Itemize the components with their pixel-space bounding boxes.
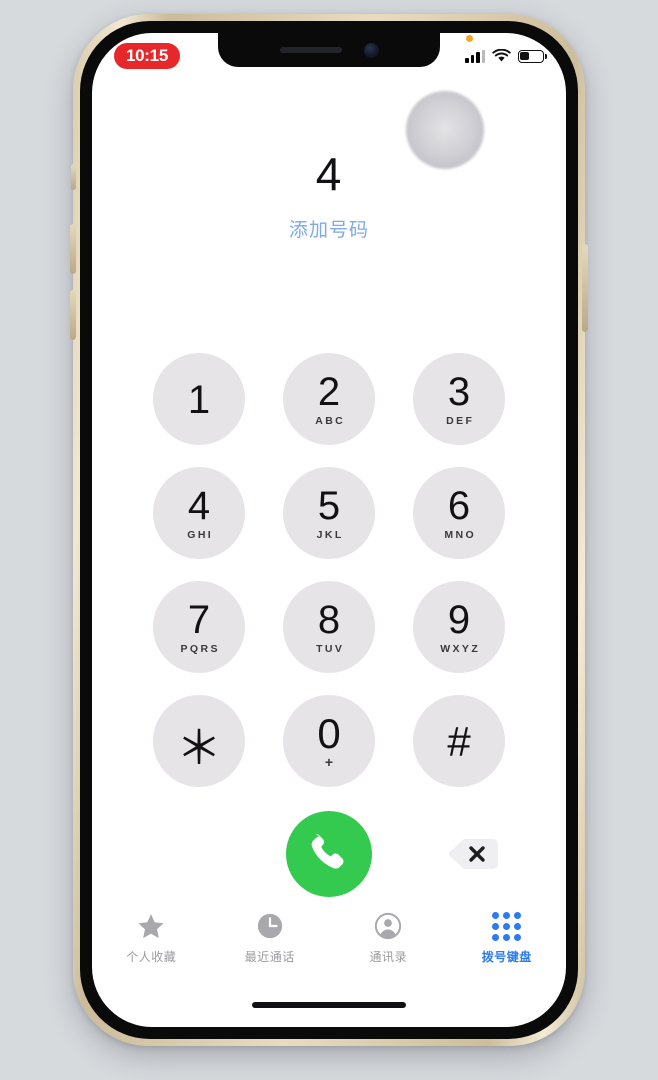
- star-icon: [136, 911, 166, 941]
- tab-keypad[interactable]: 拨号键盘: [448, 911, 567, 965]
- key-digit: 4: [187, 484, 211, 529]
- phone-handset-icon: [311, 833, 344, 869]
- tab-favorites[interactable]: 个人收藏: [92, 911, 211, 965]
- key-letters: DEF: [446, 414, 475, 427]
- key-letters: ABC: [315, 414, 346, 427]
- battery-icon: [518, 49, 547, 63]
- key-8[interactable]: 8 TUV: [283, 581, 375, 673]
- mute-switch-button[interactable]: [71, 164, 76, 190]
- key-9[interactable]: 9 WXYZ: [413, 581, 505, 673]
- status-icons-group: [465, 35, 547, 63]
- keypad-dots-icon: [492, 911, 522, 941]
- key-digit: 8: [317, 598, 341, 643]
- tab-label-recents: 最近通话: [244, 950, 295, 964]
- backspace-delete-icon: [448, 839, 498, 869]
- phone-bezel: 10:15 4 添加号码 1 2 ABC 3 DEF 4 GHI 5 JKL 6…: [80, 21, 578, 1039]
- home-indicator[interactable]: [252, 1002, 406, 1008]
- tab-label-keypad: 拨号键盘: [481, 950, 532, 964]
- key-letters: JKL: [316, 528, 344, 541]
- backspace-button[interactable]: [446, 835, 500, 873]
- cellular-signal-icon: [465, 49, 485, 63]
- call-action-row: [92, 811, 566, 903]
- key-digit: 5: [317, 484, 341, 529]
- dialed-number[interactable]: 4: [92, 151, 566, 197]
- front-camera-icon: [363, 42, 379, 58]
- key-letters: +: [324, 754, 334, 771]
- key-6[interactable]: 6 MNO: [413, 467, 505, 559]
- notch: [218, 33, 440, 67]
- wifi-icon: [492, 49, 511, 62]
- key-digit: 0: [317, 709, 341, 757]
- key-digit: 3: [447, 370, 471, 415]
- mic-indicator-dot: [466, 35, 473, 42]
- tab-label-favorites: 个人收藏: [126, 950, 177, 964]
- add-number-link[interactable]: 添加号码: [92, 215, 566, 242]
- tab-bar: 个人收藏 最近通话 通讯录 拨号键盘: [92, 903, 566, 981]
- key-letters: PQRS: [180, 642, 220, 655]
- volume-down-button[interactable]: [70, 290, 76, 340]
- power-button[interactable]: [582, 244, 588, 332]
- key-digit: #: [447, 717, 471, 765]
- tab-label-contacts: 通讯录: [369, 950, 407, 964]
- key-digit: ＊: [176, 721, 222, 774]
- key-5[interactable]: 5 JKL: [283, 467, 375, 559]
- recording-time-pill: 10:15: [114, 42, 180, 70]
- dial-keypad: 1 2 ABC 3 DEF 4 GHI 5 JKL 6 MNO 7 PQRS 8 TUV 9 WXYZ ＊ 0 + #: [153, 353, 505, 787]
- key-digit: 2: [317, 370, 341, 415]
- key-letters: WXYZ: [440, 642, 481, 655]
- tab-contacts[interactable]: 通讯录: [329, 911, 448, 965]
- key-digit: 7: [187, 598, 211, 643]
- tab-recents[interactable]: 最近通话: [211, 911, 330, 965]
- key-letters: TUV: [316, 642, 345, 655]
- battery-fill: [520, 51, 530, 61]
- key-4[interactable]: 4 GHI: [153, 467, 245, 559]
- key-digit: 9: [447, 598, 471, 643]
- key-letters: GHI: [187, 528, 214, 541]
- key-0[interactable]: 0 +: [283, 695, 375, 787]
- key-7[interactable]: 7 PQRS: [153, 581, 245, 673]
- earpiece-speaker-icon: [279, 47, 342, 53]
- key-1[interactable]: 1: [153, 353, 245, 445]
- phone-device: 10:15 4 添加号码 1 2 ABC 3 DEF 4 GHI 5 JKL 6…: [70, 14, 588, 1046]
- volume-up-button[interactable]: [70, 224, 76, 274]
- call-button[interactable]: [286, 811, 372, 897]
- phone-screen: 10:15 4 添加号码 1 2 ABC 3 DEF 4 GHI 5 JKL 6…: [92, 33, 566, 1027]
- key-star[interactable]: ＊: [153, 695, 245, 787]
- key-digit: 6: [447, 484, 471, 529]
- key-digit: 1: [187, 377, 211, 422]
- person-circle-icon: [374, 911, 402, 941]
- key-3[interactable]: 3 DEF: [413, 353, 505, 445]
- key-2[interactable]: 2 ABC: [283, 353, 375, 445]
- number-display-area: 4 添加号码: [92, 151, 566, 242]
- clock-icon: [256, 911, 284, 941]
- key-letters: MNO: [444, 528, 477, 541]
- touch-indicator: [406, 91, 484, 169]
- key-hash[interactable]: #: [413, 695, 505, 787]
